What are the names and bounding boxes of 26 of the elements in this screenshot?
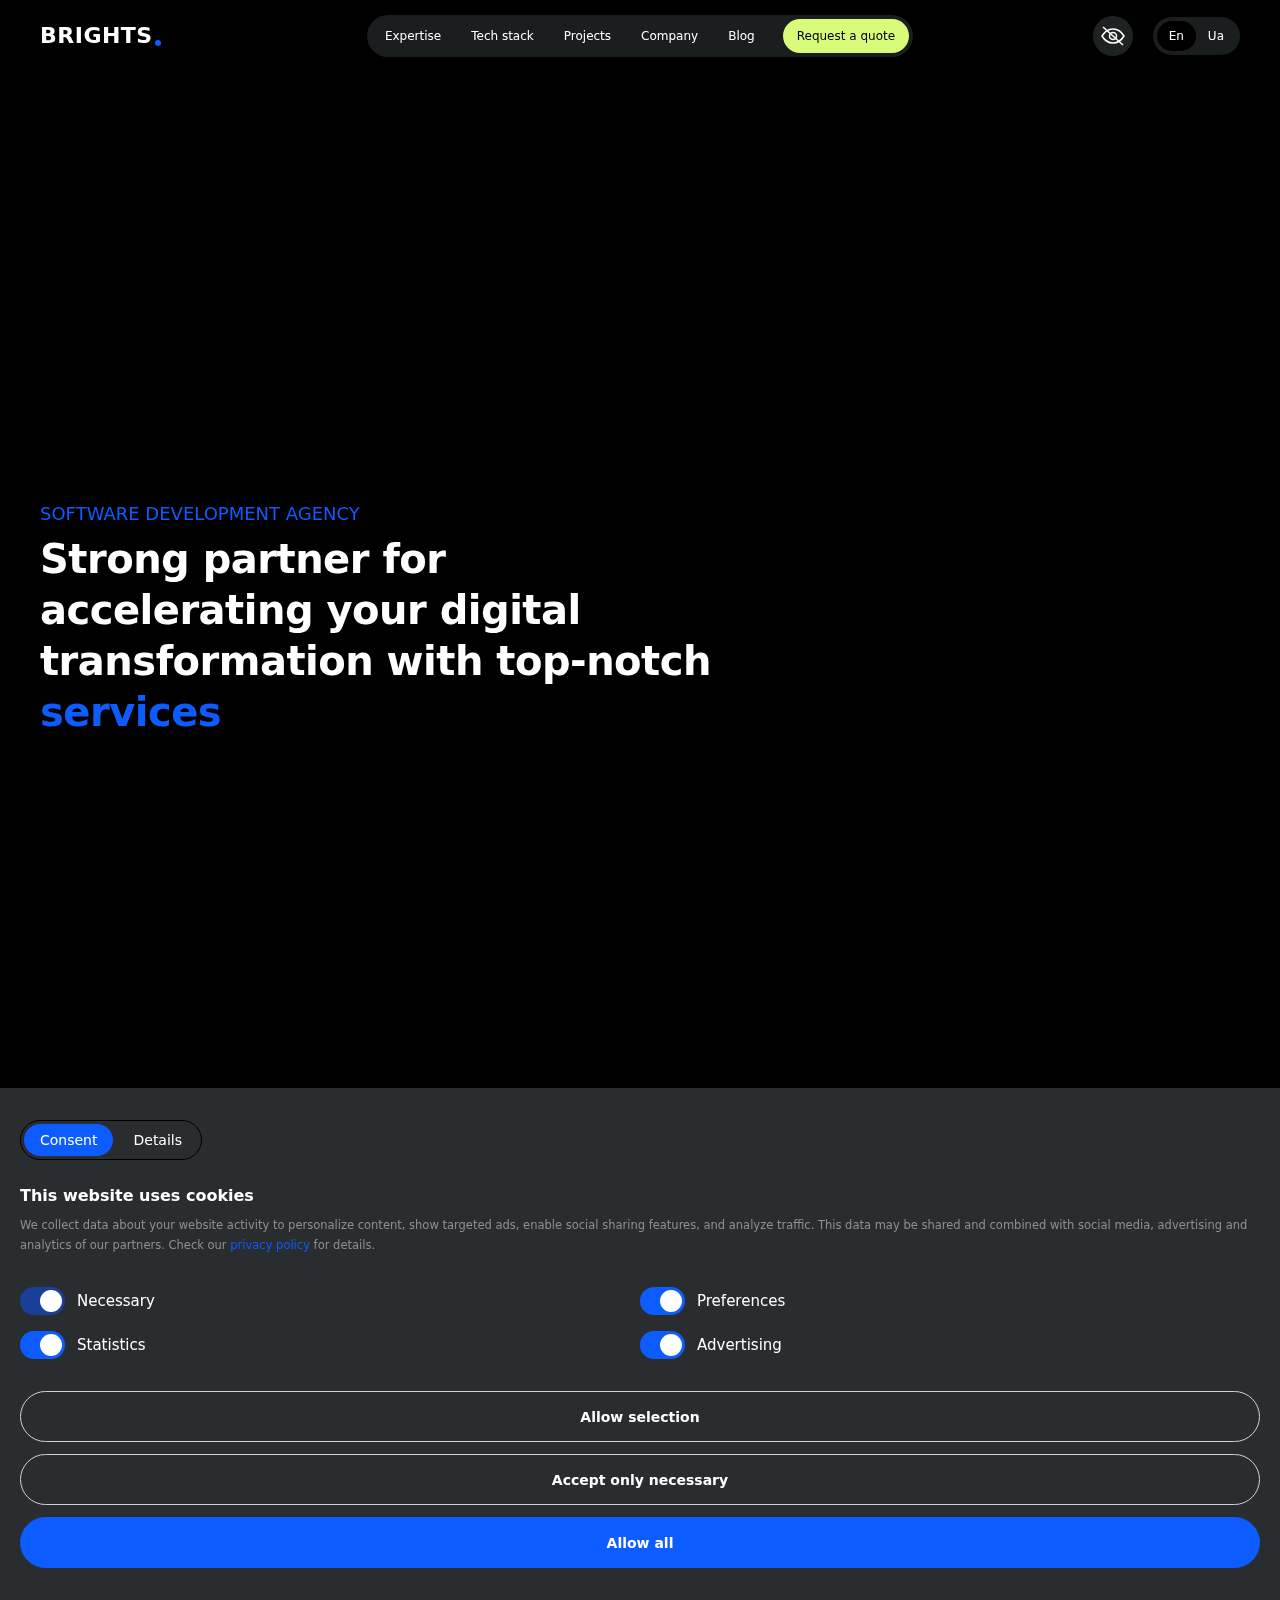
toggle-switch[interactable] <box>640 1331 685 1359</box>
hero-headline: Strong partner for accelerating your digital transformation with top-notch services <box>40 534 712 737</box>
cookie-description: We collect data about your website activity to personalize content, show targeted ads, enable social sharing features, and analyze traffic. This data may be shared and combined with social media, advertising and analytics of our partners. Check our privacy policy for details. <box>20 1217 1249 1254</box>
hidden-eye-icon <box>1099 25 1126 47</box>
nav-link[interactable]: Projects <box>549 19 626 53</box>
nav-link[interactable]: Expertise <box>370 19 456 53</box>
toggle-switch[interactable] <box>20 1331 65 1359</box>
cookie-title: This website uses cookies <box>20 1186 255 1205</box>
language-button[interactable]: En <box>1156 21 1196 51</box>
language-button[interactable]: Ua <box>1195 21 1236 51</box>
consent-button[interactable]: Allow all <box>20 1517 1260 1568</box>
hero-eyebrow: SOFTWARE DEVELOPMENT AGENCY <box>40 502 361 524</box>
logo[interactable]: BRIGHTS <box>40 25 153 47</box>
tab[interactable]: Consent <box>24 1124 114 1156</box>
toggle-label: Advertising <box>697 1336 782 1354</box>
toggle-switch[interactable] <box>640 1287 685 1315</box>
nav-link[interactable]: Blog <box>714 19 769 53</box>
toggle-label: Preferences <box>697 1292 786 1310</box>
toggle-label: Necessary <box>77 1292 155 1310</box>
nav-link[interactable]: Company <box>627 19 713 53</box>
quote-button[interactable]: Request a quote <box>782 19 910 53</box>
logo-dot-icon <box>154 40 161 46</box>
accessibility-button[interactable] <box>1092 16 1133 56</box>
toggle-label: Statistics <box>77 1336 146 1354</box>
tab[interactable]: Details <box>117 1124 199 1156</box>
nav-link[interactable]: Tech stack <box>457 19 548 53</box>
